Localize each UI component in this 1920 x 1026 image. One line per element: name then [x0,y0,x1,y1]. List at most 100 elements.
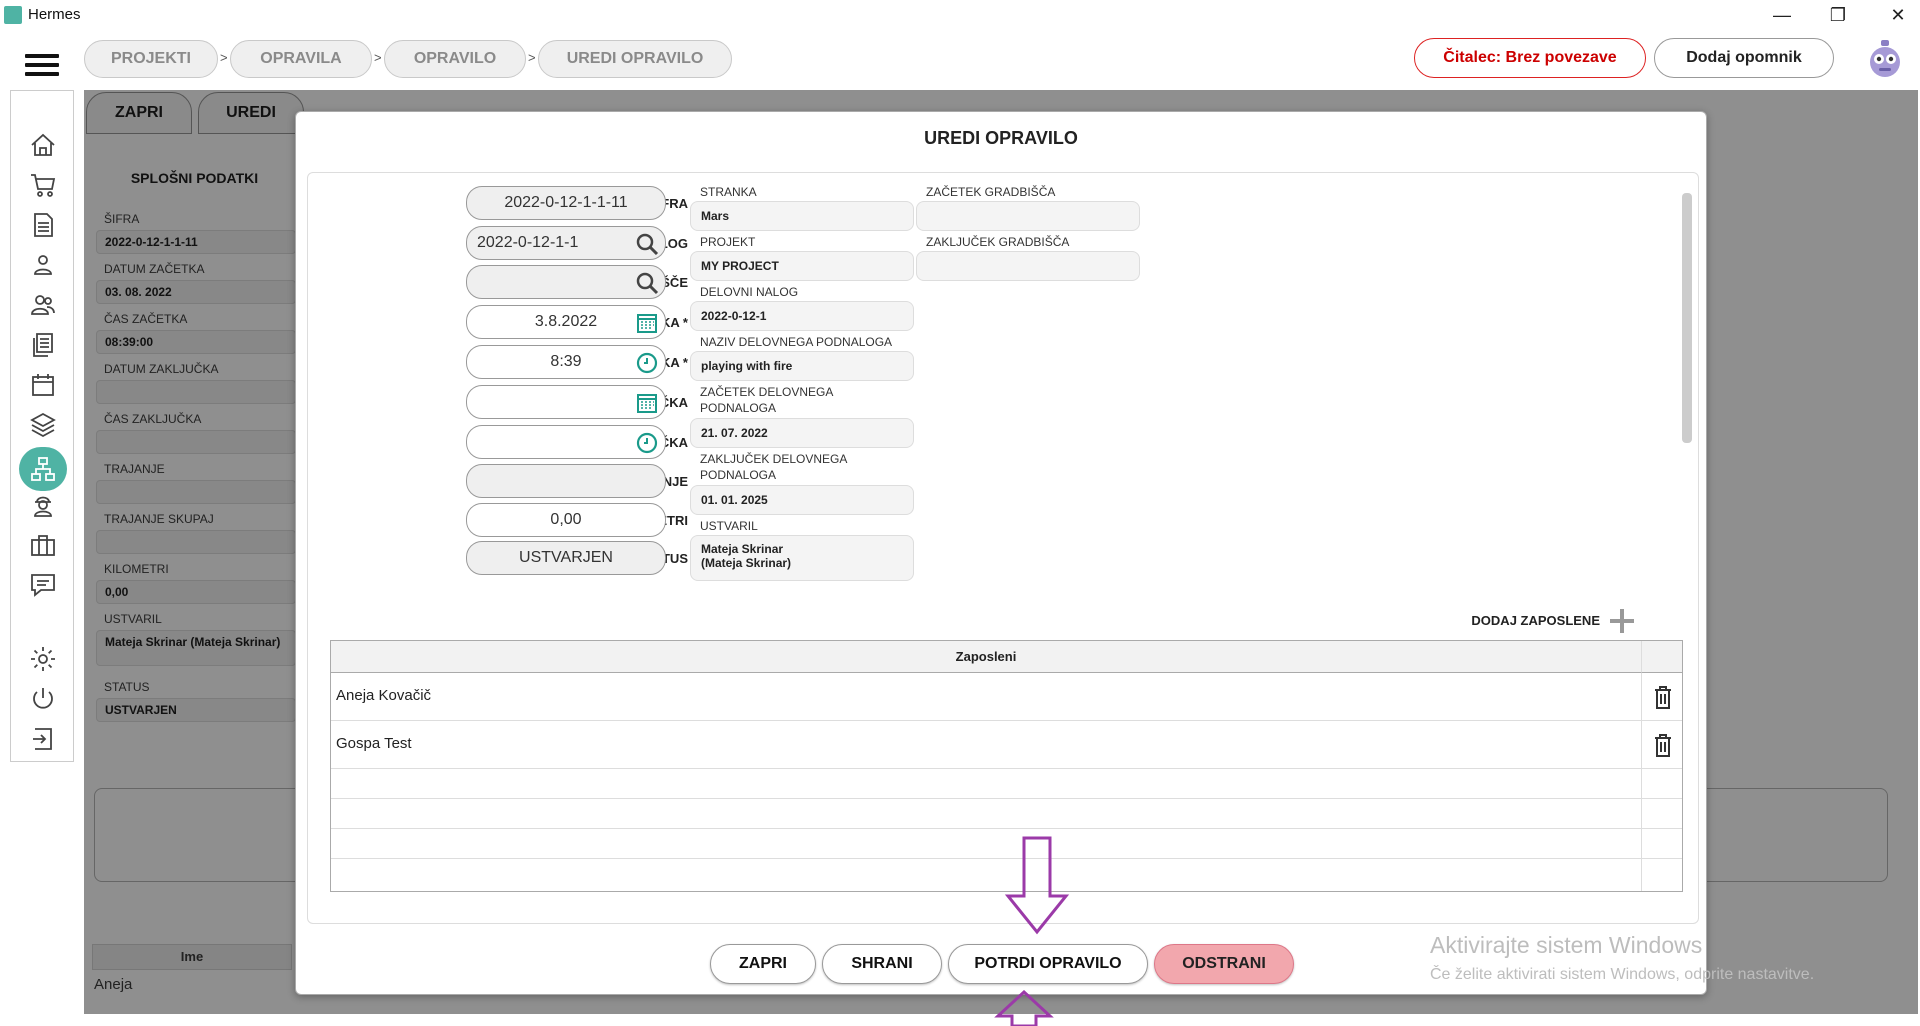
users-icon[interactable] [27,289,59,321]
briefcase-icon[interactable] [27,529,59,561]
gradbisce-field[interactable] [466,265,666,299]
scroll-thumb[interactable] [1682,193,1692,443]
bg-field-label: STATUS [104,680,150,694]
bg-field-label: ČAS ZAKLJUČKA [104,412,202,426]
power-icon[interactable] [27,683,59,715]
info-label-zacetek-podnaloga-l2: PODNALOGA [700,401,777,415]
info-label-stranka: STRANKA [700,185,757,199]
sitemap-icon[interactable] [19,447,67,491]
reader-status-button[interactable]: Čitalec: Brez povezave [1414,38,1646,78]
worker-icon[interactable] [27,489,59,521]
save-button[interactable]: SHRANI [822,944,942,984]
document-icon[interactable] [27,209,59,241]
user-icon[interactable] [27,249,59,281]
bg-field-value: 03. 08. 2022 [96,280,296,304]
info-label-projekt: PROJEKT [700,235,756,249]
close-button[interactable]: ZAPRI [710,944,816,984]
breadcrumb-separator: > [528,50,536,65]
logout-icon[interactable] [27,723,59,755]
settings-icon[interactable] [27,643,59,675]
add-reminder-button[interactable]: Dodaj opomnik [1654,38,1834,78]
menu-icon[interactable] [25,54,59,76]
bg-field-label: TRAJANJE [104,462,165,476]
table-row[interactable]: Gospa Test [331,721,1682,769]
delovni-podnalog-field[interactable]: 2022-0-12-1-1 [466,226,666,260]
clock-icon[interactable] [635,351,659,375]
info-value-zacetek-podnaloga: 21. 07. 2022 [690,418,914,448]
employees-header: Zaposleni [331,641,1641,673]
info-value-ustvaril: Mateja Skrinar (Mateja Skrinar) [690,535,914,581]
calendar-icon[interactable] [635,391,659,415]
breadcrumb-uredi-opravilo[interactable]: UREDI OPRAVILO [538,40,732,78]
breadcrumb-opravilo[interactable]: OPRAVILO [384,40,526,78]
confirm-task-button[interactable]: POTRDI OPRAVILO [948,944,1148,984]
ustvaril-line1: Mateja Skrinar [701,542,784,556]
bg-tab-zapri: ZAPRI [86,92,192,134]
datum-zacetka-field[interactable]: 3.8.2022 [466,305,666,339]
sidebar [10,90,74,762]
dialog-title: UREDI OPRAVILO [924,128,1078,148]
chat-icon[interactable] [27,569,59,601]
breadcrumb-separator: > [374,50,382,65]
calendar-icon[interactable] [635,311,659,335]
status-field[interactable]: USTVARJEN [466,541,666,575]
bg-field-value [96,380,296,404]
delovni-podnalog-value: 2022-0-12-1-1 [477,234,579,251]
info-label-zacetek-gradbisca: ZAČETEK GRADBIŠČA [926,185,1056,199]
app-logo-icon [4,6,22,24]
layers-icon[interactable] [27,409,59,441]
bg-general-panel: SPLOŠNI PODATKI ŠIFRA 2022-0-12-1-1-11 D… [92,150,297,730]
info-value-delovni-nalog: 2022-0-12-1 [690,301,914,331]
info-label-zakljucek-podnaloga: ZAKLJUČEK DELOVNEGA [700,452,848,466]
add-icon[interactable] [1606,605,1638,637]
cas-zacetka-field[interactable]: 8:39 [466,345,666,379]
info-value-projekt: MY PROJECT [690,251,914,281]
minimize-button[interactable]: — [1762,2,1802,28]
datum-zakljucka-field[interactable] [466,385,666,419]
bg-field-value: 08:39:00 [96,330,296,354]
bg-tab-uredi: UREDI [198,92,304,134]
close-window-button[interactable]: ✕ [1878,2,1918,28]
bg-field-value [96,480,296,504]
cart-icon[interactable] [27,169,59,201]
add-employees-label: DODAJ ZAPOSLENE [1471,613,1600,628]
up-arrow-annotation-icon [994,990,1054,1026]
maximize-button[interactable]: ❐ [1818,2,1858,28]
cas-zakljucka-field[interactable] [466,425,666,459]
bg-field-label: USTVARIL [104,612,162,626]
table-row [331,799,1682,829]
dialog-content: ŠIFRA 2022-0-12-1-1-11 DELOVNI PODNALOG … [307,172,1699,924]
trash-icon[interactable] [1651,684,1675,710]
bg-table-row: Aneja [94,976,133,993]
dialog-scrollbar[interactable] [1680,177,1694,917]
clock-icon[interactable] [635,431,659,455]
search-icon[interactable] [635,232,659,256]
calendar-icon[interactable] [27,369,59,401]
bg-table-header: Ime [92,944,292,970]
bg-field-value: Mateja Skrinar (Mateja Skrinar) [96,630,296,666]
info-label-zakljucek-podnaloga-l2: PODNALOGA [700,468,777,482]
breadcrumb-projekti[interactable]: PROJEKTI [84,40,218,78]
sifra-field: 2022-0-12-1-1-11 [466,186,666,220]
breadcrumb-opravila[interactable]: OPRAVILA [230,40,372,78]
bg-field-value: 0,00 [96,580,296,604]
info-value-zacetek-gradbisca [916,201,1140,231]
window-title: Hermes [28,6,81,23]
robot-avatar-icon[interactable] [1868,40,1902,78]
bg-section-title: SPLOŠNI PODATKI [130,170,259,186]
bg-field-value [96,430,296,454]
info-value-zakljucek-podnaloga: 01. 01. 2025 [690,485,914,515]
documents-icon[interactable] [27,329,59,361]
info-label-delovni-nalog: DELOVNI NALOG [700,285,799,299]
trash-icon[interactable] [1651,732,1675,758]
kilometri-field[interactable]: 0,00 [466,503,666,537]
info-label-zacetek-podnaloga: ZAČETEK DELOVNEGA [700,385,834,399]
delete-button[interactable]: ODSTRANI [1154,944,1294,984]
cas-zacetka-value: 8:39 [550,353,582,370]
info-label-zakljucek-gradbisca: ZAKLJUČEK GRADBIŠČA [926,235,1070,249]
table-row[interactable]: Aneja Kovačič [331,673,1682,721]
employees-header-action-col [1641,641,1682,673]
home-icon[interactable] [27,129,59,161]
search-icon[interactable] [635,271,659,295]
info-label-naziv: NAZIV DELOVNEGA PODNALOGA [700,335,893,349]
